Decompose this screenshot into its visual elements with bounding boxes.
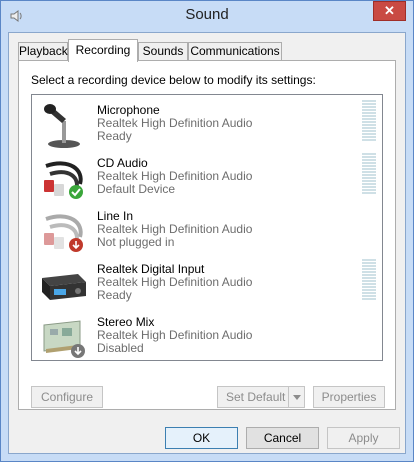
level-meter	[362, 153, 376, 197]
line-in-cable-icon	[40, 207, 88, 255]
device-name: CD Audio	[97, 156, 148, 170]
sound-dialog: Sound ✕ Playback Recording Sounds Commun…	[0, 0, 414, 462]
set-default-split-button[interactable]: Set Default	[217, 386, 305, 408]
device-status: Not plugged in	[97, 235, 175, 249]
device-description: Realtek High Definition Audio	[97, 169, 253, 183]
stereo-mix-card-icon	[40, 313, 88, 361]
instruction-text: Select a recording device below to modif…	[31, 73, 316, 87]
tab-recording[interactable]: Recording	[68, 39, 138, 62]
device-description: Realtek High Definition Audio	[97, 222, 253, 236]
device-item-cd-audio[interactable]: CD Audio Realtek High Definition Audio D…	[32, 150, 382, 203]
device-name: Realtek Digital Input	[97, 262, 205, 276]
cd-audio-cable-icon	[40, 154, 88, 202]
device-status: Default Device	[97, 182, 176, 196]
dialog-client-area: Playback Recording Sounds Communications…	[8, 32, 406, 454]
properties-button[interactable]: Properties	[313, 386, 385, 408]
chevron-down-icon[interactable]	[288, 387, 304, 407]
set-default-label: Set Default	[226, 390, 286, 404]
device-description: Realtek High Definition Audio	[97, 116, 253, 130]
device-item-realtek-digital-input[interactable]: Realtek Digital Input Realtek High Defin…	[32, 256, 382, 309]
device-item-line-in[interactable]: Line In Realtek High Definition Audio No…	[32, 203, 382, 256]
device-list[interactable]: Microphone Realtek High Definition Audio…	[31, 94, 383, 361]
recording-tab-panel: Select a recording device below to modif…	[18, 60, 396, 410]
close-button[interactable]: ✕	[373, 1, 406, 21]
device-status: Disabled	[97, 341, 144, 355]
device-item-microphone[interactable]: Microphone Realtek High Definition Audio…	[32, 97, 382, 150]
microphone-icon	[40, 101, 88, 149]
device-item-stereo-mix[interactable]: Stereo Mix Realtek High Definition Audio…	[32, 309, 382, 362]
device-name: Microphone	[97, 103, 160, 117]
ok-button[interactable]: OK	[165, 427, 238, 449]
window-title: Sound	[185, 6, 229, 23]
level-meter	[362, 259, 376, 303]
device-description: Realtek High Definition Audio	[97, 328, 253, 342]
device-name: Line In	[97, 209, 134, 223]
tab-playback[interactable]: Playback	[18, 42, 68, 61]
title-bar[interactable]: Sound ✕	[1, 1, 413, 31]
cancel-button[interactable]: Cancel	[246, 427, 319, 449]
device-name: Stereo Mix	[97, 315, 155, 329]
tab-communications[interactable]: Communications	[188, 42, 282, 61]
device-status: Ready	[97, 129, 132, 143]
level-meter	[362, 100, 376, 144]
device-description: Realtek High Definition Audio	[97, 275, 253, 289]
tab-sounds[interactable]: Sounds	[138, 42, 188, 61]
digital-input-icon	[40, 260, 88, 308]
apply-button[interactable]: Apply	[327, 427, 400, 449]
configure-button[interactable]: Configure	[31, 386, 103, 408]
device-status: Ready	[97, 288, 132, 302]
